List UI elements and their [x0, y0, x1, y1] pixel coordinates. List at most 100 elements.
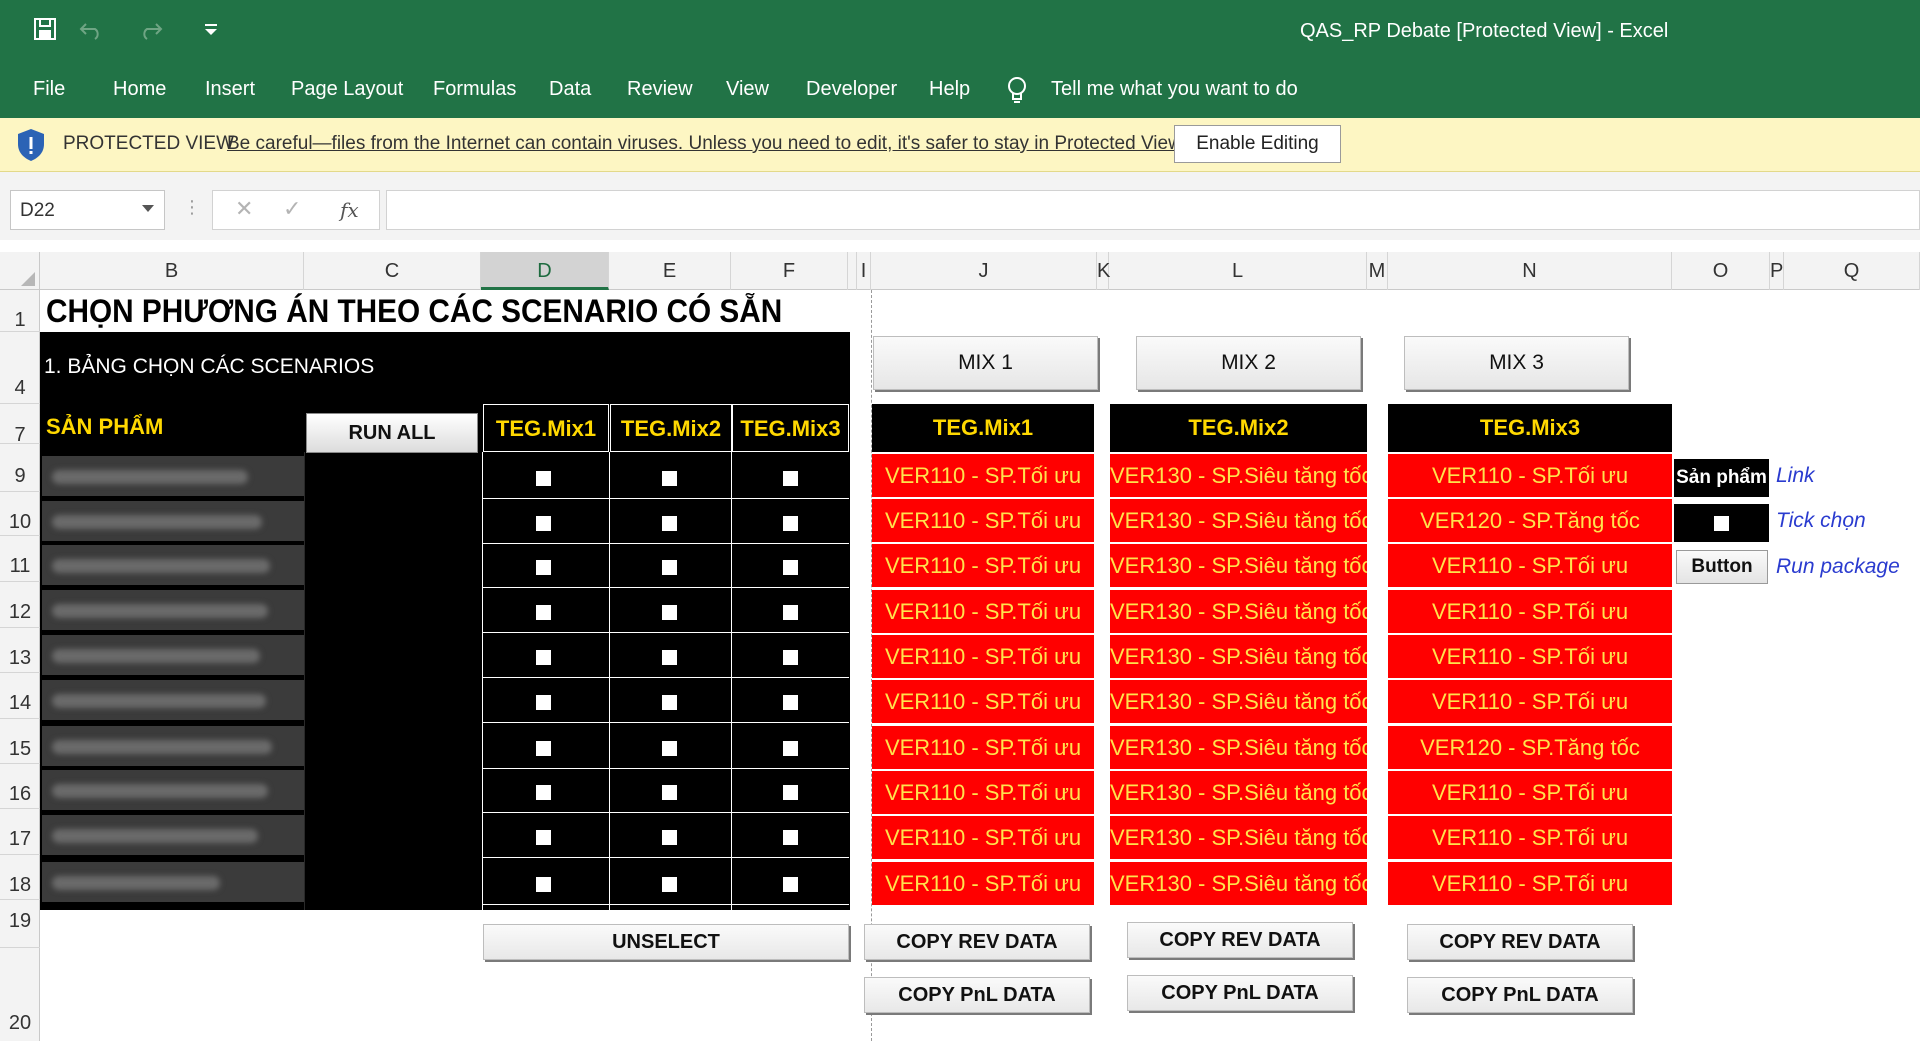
mix-1-copy-pnl-button[interactable]: COPY PnL DATA [864, 977, 1090, 1013]
row-header-13[interactable]: 13 [0, 628, 40, 673]
column-header-q[interactable]: Q [1784, 252, 1920, 290]
scenario-checkbox[interactable] [662, 695, 677, 710]
mix-2-result-cell[interactable]: VER130 - SP.Siêu tăng tốc [1110, 862, 1367, 906]
mix-2-result-cell[interactable]: VER130 - SP.Siêu tăng tốc [1110, 771, 1367, 815]
product-name-cell[interactable] [42, 590, 304, 630]
tab-data[interactable]: Data [549, 78, 591, 101]
scenario-checkbox[interactable] [536, 605, 551, 620]
mix-2-result-cell[interactable]: VER130 - SP.Siêu tăng tốc [1110, 544, 1367, 588]
scenario-checkbox[interactable] [783, 830, 798, 845]
scenario-checkbox[interactable] [783, 516, 798, 531]
tab-view[interactable]: View [726, 78, 769, 101]
mix-2-result-cell[interactable]: VER130 - SP.Siêu tăng tốc [1110, 454, 1367, 498]
row-header-10[interactable]: 10 [0, 492, 40, 536]
column-header-e[interactable]: E [609, 252, 731, 290]
product-name-cell[interactable] [42, 770, 304, 810]
product-name-cell[interactable] [42, 862, 304, 902]
scenario-checkbox[interactable] [662, 741, 677, 756]
mix-2-result-cell[interactable]: VER130 - SP.Siêu tăng tốc [1110, 726, 1367, 770]
mix-3-result-cell[interactable]: VER110 - SP.Tối ưu [1388, 590, 1672, 634]
scenario-checkbox[interactable] [536, 516, 551, 531]
mix-3-copy-pnl-button[interactable]: COPY PnL DATA [1407, 977, 1633, 1013]
scenario-checkbox[interactable] [536, 471, 551, 486]
mix-2-copy-pnl-button[interactable]: COPY PnL DATA [1127, 975, 1353, 1011]
scenario-checkbox[interactable] [536, 695, 551, 710]
save-icon[interactable] [30, 16, 60, 46]
row-header-19[interactable]: 19 [0, 900, 40, 948]
mix-3-result-cell[interactable]: VER110 - SP.Tối ưu [1388, 544, 1672, 588]
cancel-icon[interactable]: ✕ [235, 196, 253, 222]
mix-3-result-cell[interactable]: VER110 - SP.Tối ưu [1388, 454, 1672, 498]
scenario-checkbox[interactable] [783, 560, 798, 575]
row-header-7[interactable]: 7 [0, 404, 40, 446]
mix-2-copy-rev-button[interactable]: COPY REV DATA [1127, 922, 1353, 958]
row-header-1[interactable]: 1 [0, 290, 40, 332]
row-header-15[interactable]: 15 [0, 719, 40, 764]
tab-review[interactable]: Review [627, 78, 693, 101]
mix-3-copy-rev-button[interactable]: COPY REV DATA [1407, 924, 1633, 960]
product-name-cell[interactable] [42, 726, 304, 766]
scenario-checkbox[interactable] [662, 877, 677, 892]
unselect-button[interactable]: UNSELECT [483, 924, 849, 960]
scenario-checkbox[interactable] [536, 830, 551, 845]
scenario-checkbox[interactable] [783, 471, 798, 486]
mix-3-result-cell[interactable]: VER110 - SP.Tối ưu [1388, 680, 1672, 724]
tab-help[interactable]: Help [929, 78, 970, 101]
name-box-dropdown-icon[interactable] [142, 205, 154, 212]
column-header-g[interactable] [848, 252, 857, 290]
mix-1-result-cell[interactable]: VER110 - SP.Tối ưu [872, 680, 1094, 724]
row-header-4[interactable]: 4 [0, 332, 40, 404]
undo-icon[interactable] [76, 16, 106, 46]
row-header-12[interactable]: 12 [0, 582, 40, 628]
column-header-j[interactable]: J [871, 252, 1097, 290]
mix-1-result-cell[interactable]: VER110 - SP.Tối ưu [872, 771, 1094, 815]
scenario-checkbox[interactable] [536, 650, 551, 665]
insert-function-icon[interactable]: fx [340, 198, 359, 222]
column-header-k[interactable]: K [1097, 252, 1110, 290]
row-header-14[interactable]: 14 [0, 673, 40, 719]
mix-2-result-cell[interactable]: VER130 - SP.Siêu tăng tốc [1110, 635, 1367, 679]
column-header-i[interactable]: I [857, 252, 871, 290]
run-all-button[interactable]: RUN ALL [306, 413, 478, 453]
scenario-checkbox[interactable] [783, 741, 798, 756]
scenario-checkbox[interactable] [536, 785, 551, 800]
mix-1-copy-rev-button[interactable]: COPY REV DATA [864, 924, 1090, 960]
mix-1-result-cell[interactable]: VER110 - SP.Tối ưu [872, 816, 1094, 860]
mix-3-result-cell[interactable]: VER110 - SP.Tối ưu [1388, 862, 1672, 906]
mix-2-result-cell[interactable]: VER130 - SP.Siêu tăng tốc [1110, 499, 1367, 543]
scenario-checkbox[interactable] [783, 695, 798, 710]
scenario-checkbox[interactable] [536, 741, 551, 756]
mix-3-result-cell[interactable]: VER120 - SP.Tăng tốc [1388, 726, 1672, 770]
enter-icon[interactable]: ✓ [283, 196, 301, 222]
row-header-20[interactable]: 20 [0, 948, 40, 1041]
mix-1-result-cell[interactable]: VER110 - SP.Tối ưu [872, 454, 1094, 498]
column-header-n[interactable]: N [1388, 252, 1672, 290]
column-header-l[interactable]: L [1109, 252, 1367, 290]
scenario-checkbox[interactable] [783, 605, 798, 620]
tab-page-layout[interactable]: Page Layout [291, 78, 403, 101]
row-header-9[interactable]: 9 [0, 444, 40, 492]
mix-3-result-cell[interactable]: VER110 - SP.Tối ưu [1388, 771, 1672, 815]
scenario-checkbox[interactable] [662, 516, 677, 531]
tab-file[interactable]: File [33, 78, 65, 101]
product-name-cell[interactable] [42, 456, 304, 496]
formula-input[interactable] [386, 190, 1920, 230]
scenario-checkbox[interactable] [783, 650, 798, 665]
scenario-checkbox[interactable] [662, 785, 677, 800]
mix-3-result-cell[interactable]: VER120 - SP.Tăng tốc [1388, 499, 1672, 543]
mix-1-result-cell[interactable]: VER110 - SP.Tối ưu [872, 635, 1094, 679]
column-header-c[interactable]: C [304, 252, 481, 290]
row-header-17[interactable]: 17 [0, 809, 40, 855]
scenario-checkbox[interactable] [536, 877, 551, 892]
tab-insert[interactable]: Insert [205, 78, 255, 101]
product-name-cell[interactable] [42, 815, 304, 855]
column-header-o[interactable]: O [1672, 252, 1770, 290]
mix-3-result-cell[interactable]: VER110 - SP.Tối ưu [1388, 816, 1672, 860]
tab-formulas[interactable]: Formulas [433, 78, 516, 101]
row-header-18[interactable]: 18 [0, 855, 40, 900]
customize-qat-icon[interactable] [196, 16, 226, 46]
redo-icon[interactable] [136, 16, 166, 46]
enable-editing-button[interactable]: Enable Editing [1174, 125, 1341, 163]
tab-home[interactable]: Home [113, 78, 166, 101]
scenario-checkbox[interactable] [662, 605, 677, 620]
